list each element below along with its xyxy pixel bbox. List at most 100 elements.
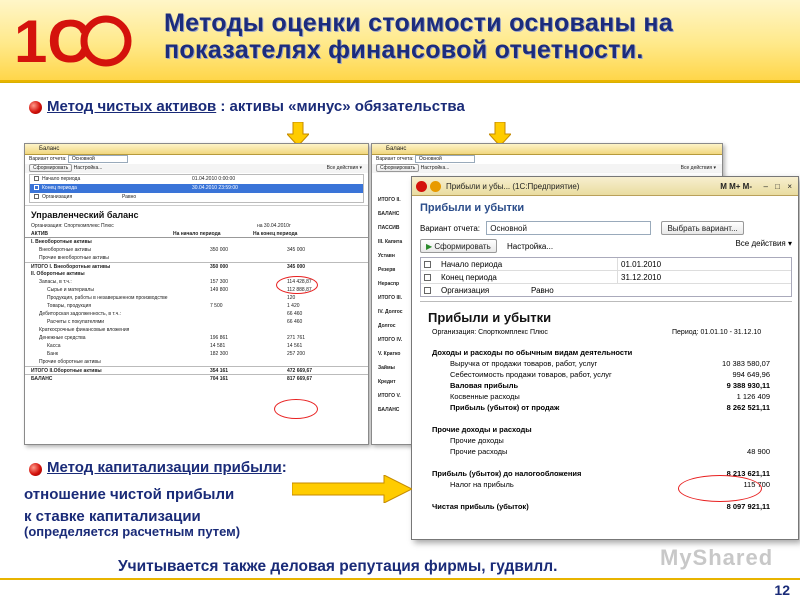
1c-logo: 1С	[14, 10, 132, 68]
pl-row: Себестоимость продажи товаров, работ, ус…	[450, 370, 770, 379]
back-icon[interactable]	[430, 181, 441, 192]
report-row: II. Оборотные активы	[31, 271, 85, 277]
method2-line: Метод капитализации прибыли:	[47, 459, 287, 476]
variant-label: Вариант отчета:	[29, 156, 67, 162]
report-row: Внеоборотные активы 350 000 345 000	[39, 247, 306, 253]
page-number: 12	[774, 582, 790, 598]
params-grid: Начало периода 01.01.2010 Конец периода 31…	[420, 257, 792, 297]
footer-rule	[0, 578, 800, 580]
report-row: ИТОГО II.Оборотные активы 354 161 472 669,…	[25, 366, 368, 374]
checkbox[interactable]	[424, 261, 431, 269]
pl-report: Прибыли и убытки Организация: Спорткомпл…	[420, 301, 792, 539]
report-rows: I. Внеоборотные активы Внеоборотные актив…	[25, 238, 368, 382]
variant-field[interactable]: Основной	[486, 221, 652, 235]
pl-row: Выручка от продажи товаров, работ, услуг…	[450, 359, 770, 368]
window-title: Баланс	[372, 144, 722, 155]
report-date: на 30.04.2010г	[257, 223, 291, 229]
app-title: Прибыли и убы... (1С:Предприятие)	[446, 182, 580, 191]
settings-button[interactable]: Настройка...	[507, 242, 553, 251]
param-row[interactable]: Организация Равно	[30, 193, 363, 202]
all-actions-menu[interactable]: Все действия ▾	[681, 164, 716, 173]
arrow-right-icon	[292, 475, 412, 503]
report-row: Дебиторская задолженность, в т.ч.: 66 460	[39, 311, 303, 317]
report-row: Денежные средства 196 861 271 761	[39, 335, 306, 341]
memory-buttons[interactable]: M M+ M-	[720, 177, 752, 196]
report-row: Товары, продукция 7 500 1 420	[47, 303, 300, 309]
app-titlebar: Прибыли и убы... (1С:Предприятие) M M+ M…	[412, 177, 798, 196]
logo-text: 1С	[14, 10, 91, 68]
pl-row: Прочие доходы	[450, 436, 504, 445]
minimize-icon[interactable]: –	[764, 177, 768, 196]
report-row: Банк 182 300 257 200	[47, 351, 306, 357]
checkbox[interactable]	[34, 176, 39, 182]
variant-field[interactable]: Основной	[414, 155, 475, 163]
method2-label: Метод капитализации прибыли	[47, 459, 282, 476]
pl-period: Период: 01.01.10 - 31.12.10	[672, 329, 762, 336]
pl-org: Организация: Спорткомплекс Плюс	[432, 329, 548, 336]
highlight-ellipse	[276, 276, 318, 294]
param-row[interactable]: Организация Равно	[421, 284, 791, 297]
param-row[interactable]: Конец периода 31.12.2010	[421, 271, 791, 284]
report-row: Прочие оборотные активы	[39, 359, 101, 365]
generate-button[interactable]: ▶ Сформировать	[420, 239, 497, 253]
report-row: БАЛАНС 704 161 817 669,67	[25, 374, 368, 382]
method2-line3: (определяется расчетным путем)	[24, 524, 241, 539]
pl-row: Прочие расходы 48 900	[450, 447, 770, 456]
pl-row: Чистая прибыль (убыток) 8 097 921,11	[432, 502, 770, 511]
variant-label: Вариант отчета:	[420, 224, 480, 233]
footer-note: Учитывается также деловая репутация фирм…	[118, 558, 558, 575]
maximize-icon[interactable]: □	[775, 177, 780, 196]
generate-button[interactable]: Сформировать	[29, 164, 73, 172]
settings-button[interactable]: Настройка...	[74, 165, 103, 171]
report-heading: Прибыли и убытки	[420, 202, 525, 214]
report-row: Расчеты с покупателями 66 460	[47, 319, 303, 325]
balance-report: Управленческий баланс Организация: Спорт…	[25, 205, 368, 435]
window-title: Баланс	[25, 144, 368, 155]
bullet-icon	[29, 101, 42, 114]
report-row: Продукция, работы в незавершенном произв…	[47, 295, 296, 301]
pl-report-title: Прибыли и убытки	[428, 310, 552, 325]
report-row: Прочие внеоборотные активы	[39, 255, 109, 261]
page-title: Методы оценки стоимости основаны на пока…	[164, 9, 673, 64]
report-row: ИТОГО I. Внеоборотные активы 350 000 345 0…	[25, 262, 368, 270]
method1-label: Метод чистых активов	[47, 98, 217, 115]
variant-field[interactable]: Основной	[67, 155, 128, 163]
choose-variant-button[interactable]: Выбрать вариант...	[661, 221, 744, 235]
all-actions-menu[interactable]: Все действия ▾	[735, 239, 792, 248]
params-grid: Начало периода 01.04.2010 0:00:00 Конец п…	[29, 174, 364, 203]
pl-row	[420, 457, 792, 468]
report-columns: АКТИВ На начало периода На конец периода	[25, 230, 368, 238]
generate-button[interactable]: Сформировать	[376, 164, 420, 172]
param-row[interactable]: Начало периода 01.01.2010	[421, 258, 791, 271]
close-icon[interactable]: ×	[787, 177, 792, 196]
report-row: Краткосрочные финансовые вложения	[39, 327, 130, 333]
method1-rest: : активы «минус» обязательства	[216, 98, 465, 115]
app-icon	[416, 181, 427, 192]
method1-line: Метод чистых активов : активы «минус» об…	[47, 98, 465, 115]
pl-row: Прочие доходы и расходы	[432, 425, 532, 434]
pl-row	[420, 413, 792, 424]
method2-line2: к ставке капитализации	[24, 508, 201, 525]
highlight-ellipse	[274, 399, 318, 419]
pl-row: Валовая прибыль 9 388 930,11	[450, 381, 770, 390]
report-org: Организация: Спорткомплекс Плюс	[31, 223, 114, 229]
param-row[interactable]: Начало периода 01.04.2010 0:00:00	[30, 175, 363, 184]
checkbox[interactable]	[424, 274, 431, 282]
pl-row: Косвенные расходы 1 126 409	[450, 392, 770, 401]
all-actions-menu[interactable]: Все действия ▾	[327, 164, 362, 173]
method2-line1: отношение чистой прибыли	[24, 486, 235, 503]
checkbox[interactable]	[424, 287, 431, 295]
balance-window: Баланс Вариант отчета: Основной Сформиро…	[24, 143, 369, 445]
bullet-icon	[29, 463, 42, 476]
highlight-ellipse	[678, 475, 762, 502]
header-rule	[0, 82, 800, 83]
variant-label: Вариант отчета:	[376, 156, 414, 162]
pl-row: Прибыль (убыток) от продаж 8 262 521,11	[450, 403, 770, 412]
report-row: Касса 14 581 14 561	[47, 343, 303, 349]
checkbox[interactable]	[34, 194, 39, 200]
pl-row: Доходы и расходы по обычным видам деятел…	[432, 348, 633, 357]
param-row-selected[interactable]: Конец периода 30.04.2010 23:59:00	[30, 184, 363, 193]
checkbox[interactable]	[34, 185, 39, 191]
report-title: Управленческий баланс	[31, 210, 139, 220]
settings-button[interactable]: Настройка...	[421, 165, 450, 171]
